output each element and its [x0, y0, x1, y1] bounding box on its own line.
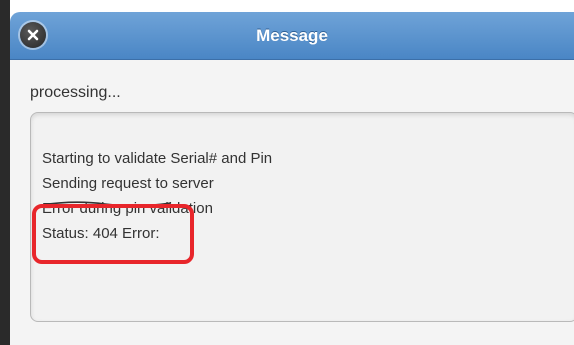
window-top-edge: [0, 0, 574, 12]
log-line: Error during pin validation: [42, 200, 213, 217]
dialog-window: Message processing... Starting to valida…: [0, 0, 574, 345]
dialog-titlebar: Message: [10, 12, 574, 60]
dialog-body: processing... Starting to validate Seria…: [10, 60, 574, 345]
log-textarea[interactable]: Starting to validate Serial# and Pin Sen…: [30, 112, 574, 322]
close-button[interactable]: [20, 22, 46, 48]
close-icon: [27, 29, 39, 41]
window-left-edge: [0, 0, 10, 345]
log-line: Sending request to server: [42, 175, 214, 192]
processing-status: processing...: [30, 84, 121, 101]
dialog-title: Message: [256, 26, 328, 45]
log-line: Starting to validate Serial# and Pin: [42, 150, 273, 167]
log-line: Status: 404 Error:: [42, 225, 160, 242]
